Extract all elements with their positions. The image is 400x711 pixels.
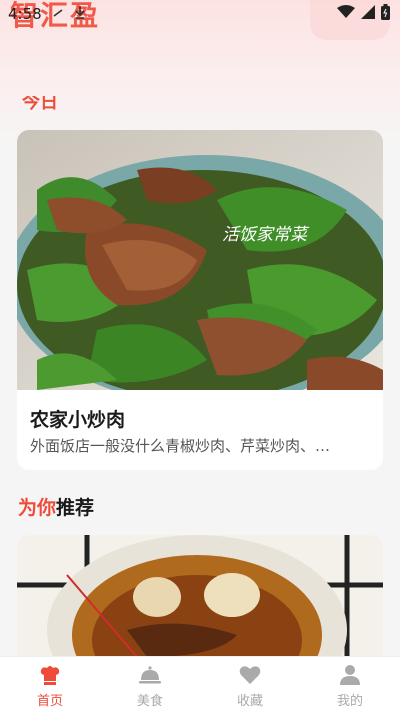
- section-title-today: 今日推荐: [22, 96, 58, 110]
- section-title-recommend: 为你推荐: [18, 493, 94, 520]
- user-icon: [338, 663, 362, 687]
- food-cloche-icon: [138, 663, 162, 687]
- wifi-icon: [337, 5, 355, 23]
- recipe-image: 活饭家常菜: [17, 130, 383, 390]
- heart-icon: [238, 663, 262, 687]
- download-icon: [74, 5, 86, 23]
- featured-recipe-card[interactable]: 活饭家常菜 农家小炒肉 外面饭店一般没什么青椒炒肉、芹菜炒肉、…: [17, 130, 383, 470]
- notification-icon: [52, 5, 64, 23]
- nav-tab-food[interactable]: 美食: [100, 657, 200, 711]
- nav-tab-favorites[interactable]: 收藏: [200, 657, 300, 711]
- section-title-recommend-accent: 为你: [18, 497, 57, 519]
- nav-label-food: 美食: [136, 694, 163, 709]
- image-watermark: 活饭家常菜: [222, 225, 310, 245]
- recipe-image-2: [17, 535, 383, 657]
- chef-hat-icon: [38, 663, 62, 687]
- cellular-icon: [361, 5, 375, 23]
- nav-label-mine: 我的: [336, 694, 363, 709]
- nav-label-favorites: 收藏: [236, 694, 263, 709]
- section-title-today-rest: 推荐: [22, 106, 58, 110]
- nav-tab-home[interactable]: 首页: [0, 657, 100, 711]
- status-bar: 4:58: [0, 0, 400, 28]
- recipe-description: 外面饭店一般没什么青椒炒肉、芹菜炒肉、…: [30, 437, 331, 455]
- battery-icon: [381, 4, 390, 24]
- recommend-recipe-card[interactable]: [17, 535, 383, 657]
- recipe-title: 农家小炒肉: [30, 409, 126, 431]
- status-time: 4:58: [8, 5, 42, 23]
- nav-tab-mine[interactable]: 我的: [300, 657, 400, 711]
- bottom-navigation: 首页 美食 收藏 我的: [0, 656, 400, 711]
- nav-label-home: 首页: [36, 694, 63, 709]
- section-title-recommend-rest: 推荐: [56, 497, 95, 519]
